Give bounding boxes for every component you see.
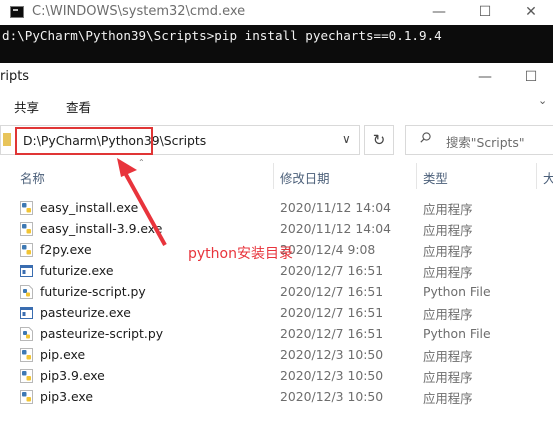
cmd-titlebar: C:\WINDOWS\system32\cmd.exe — ☐ ✕	[0, 0, 553, 25]
file-type: 应用程序	[423, 223, 473, 238]
annotation-label: python安装目录	[188, 246, 293, 262]
python-exe-icon	[20, 347, 33, 362]
file-name[interactable]: pasteurize.exe	[40, 305, 131, 320]
file-name[interactable]: easy_install-3.9.exe	[40, 221, 162, 236]
file-row[interactable]: pip3.9.exe 2020/12/3 10:50 应用程序	[0, 365, 553, 386]
file-date: 2020/12/4 9:08	[280, 242, 376, 257]
file-type: 应用程序	[423, 202, 473, 217]
file-type: 应用程序	[423, 349, 473, 364]
file-row[interactable]: easy_install-3.9.exe 2020/11/12 14:04 应用程序	[0, 218, 553, 239]
python-file-icon	[20, 326, 33, 341]
window-exe-icon	[20, 263, 33, 277]
file-date: 2020/12/3 10:50	[280, 368, 384, 383]
file-name[interactable]: pip.exe	[40, 347, 85, 362]
python-exe-icon	[20, 200, 33, 215]
file-date: 2020/12/3 10:50	[280, 347, 384, 362]
tab-view[interactable]: 查看	[66, 97, 91, 116]
file-type: 应用程序	[423, 265, 473, 280]
cmd-window-title: C:\WINDOWS\system32\cmd.exe	[32, 4, 246, 19]
search-placeholder: 搜索"Scripts"	[446, 135, 525, 150]
file-row[interactable]: pasteurize-script.py 2020/12/7 16:51 Pytho…	[0, 323, 553, 344]
file-type: 应用程序	[423, 391, 473, 406]
file-date: 2020/12/7 16:51	[280, 263, 384, 278]
explorer-maximize-button[interactable]: ☐	[508, 63, 553, 91]
folder-icon	[3, 133, 11, 146]
tab-share[interactable]: 共享	[14, 97, 39, 116]
file-name[interactable]: pip3.exe	[40, 389, 93, 404]
column-divider[interactable]	[536, 163, 537, 189]
column-divider[interactable]	[416, 163, 417, 189]
sort-ascending-icon: ⌃	[138, 158, 145, 167]
cmd-minimize-button[interactable]: —	[416, 0, 462, 25]
column-header-type[interactable]: 类型	[423, 169, 448, 187]
file-row[interactable]: pip3.exe 2020/12/3 10:50 应用程序	[0, 386, 553, 407]
file-row[interactable]: pasteurize.exe 2020/12/7 16:51 应用程序	[0, 302, 553, 323]
column-header-date[interactable]: 修改日期	[280, 169, 330, 187]
file-name[interactable]: futurize-script.py	[40, 284, 146, 299]
file-type: 应用程序	[423, 370, 473, 385]
file-name[interactable]: pip3.9.exe	[40, 368, 105, 383]
cmd-console[interactable]: d:\PyCharm\Python39\Scripts>pip install …	[0, 25, 553, 63]
file-date: 2020/12/7 16:51	[280, 305, 384, 320]
refresh-button[interactable]: ↻	[364, 125, 394, 155]
file-type: 应用程序	[423, 307, 473, 322]
file-date: 2020/12/7 16:51	[280, 326, 384, 341]
file-row[interactable]: pip.exe 2020/12/3 10:50 应用程序	[0, 344, 553, 365]
file-row[interactable]: easy_install.exe 2020/11/12 14:04 应用程序	[0, 197, 553, 218]
file-date: 2020/11/12 14:04	[280, 221, 392, 236]
file-row[interactable]: futurize-script.py 2020/12/7 16:51 Python …	[0, 281, 553, 302]
ribbon: 共享 查看 ⌄	[0, 91, 553, 118]
python-file-icon	[20, 284, 33, 299]
file-name[interactable]: f2py.exe	[40, 242, 92, 257]
cmd-close-button[interactable]: ✕	[508, 0, 553, 25]
explorer-minimize-button[interactable]: —	[462, 63, 508, 91]
cmd-maximize-button[interactable]: ☐	[462, 0, 508, 25]
file-date: 2020/12/3 10:50	[280, 389, 384, 404]
file-name[interactable]: futurize.exe	[40, 263, 114, 278]
file-date: 2020/11/12 14:04	[280, 200, 392, 215]
console-command-line: d:\PyCharm\Python39\Scripts>pip install …	[2, 28, 442, 43]
search-input[interactable]: 搜索"Scripts"	[405, 125, 553, 155]
ribbon-expand-icon[interactable]: ⌄	[538, 94, 547, 107]
column-header-name[interactable]: 名称	[20, 169, 45, 187]
file-type: 应用程序	[423, 244, 473, 259]
file-name[interactable]: pasteurize-script.py	[40, 326, 163, 341]
cmd-icon	[10, 6, 24, 18]
address-dropdown-icon[interactable]: ∨	[342, 132, 351, 146]
python-exe-icon	[20, 389, 33, 404]
file-row[interactable]: futurize.exe 2020/12/7 16:51 应用程序	[0, 260, 553, 281]
file-type: Python File	[423, 326, 491, 341]
annotation-highlight-box	[15, 127, 153, 155]
search-icon	[420, 132, 431, 143]
column-divider[interactable]	[273, 163, 274, 189]
column-header-size[interactable]: 大	[543, 169, 553, 187]
python-exe-icon	[20, 242, 33, 257]
file-date: 2020/12/7 16:51	[280, 284, 384, 299]
file-type: Python File	[423, 284, 491, 299]
python-exe-icon	[20, 221, 33, 236]
window-exe-icon	[20, 305, 33, 319]
python-exe-icon	[20, 368, 33, 383]
explorer-window-title: ripts	[0, 69, 30, 84]
file-name[interactable]: easy_install.exe	[40, 200, 138, 215]
